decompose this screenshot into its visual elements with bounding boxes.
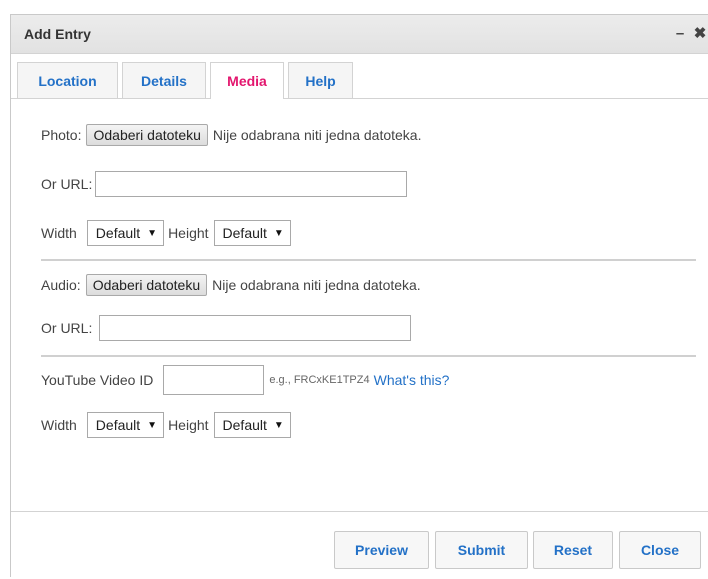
audio-url-label: Or URL:: [41, 320, 93, 336]
photo-file-status: Nije odabrana niti jedna datoteka.: [212, 127, 422, 143]
photo-width-label: Width: [41, 225, 77, 241]
whats-this-link[interactable]: What's this?: [374, 372, 450, 388]
youtube-height-select[interactable]: Default ▼: [213, 412, 291, 438]
youtube-row: YouTube Video ID e.g., FRCxKE1TPZ4 What'…: [41, 365, 449, 395]
photo-width-select[interactable]: Default ▼: [86, 220, 165, 246]
photo-height-select[interactable]: Default ▼: [213, 220, 291, 246]
tab-details[interactable]: Details: [122, 62, 206, 98]
audio-url-input[interactable]: [99, 315, 412, 341]
dropdown-arrow-icon: ▼: [273, 419, 284, 431]
tab-label: Help: [305, 72, 336, 89]
dropdown-arrow-icon: ▼: [147, 419, 158, 431]
photo-label: Photo:: [41, 127, 82, 143]
tab-label: Media: [227, 73, 267, 89]
tab-label: Details: [141, 72, 187, 89]
tab-label: Location: [38, 72, 97, 89]
tab-bar: Location Details Media Help: [11, 54, 708, 99]
audio-file-status: Nije odabrana niti jedna datoteka.: [212, 277, 421, 293]
youtube-width-label: Width: [41, 417, 77, 433]
select-value: Default: [95, 225, 141, 241]
preview-button[interactable]: Preview: [334, 531, 429, 569]
audio-row: Audio: Odaberi datoteku Nije odabrana ni…: [41, 274, 421, 296]
dropdown-arrow-icon: ▼: [147, 227, 158, 239]
youtube-hint: e.g., FRCxKE1TPZ4: [269, 374, 370, 386]
photo-url-label: Or URL:: [41, 176, 93, 192]
tab-help[interactable]: Help: [288, 62, 353, 98]
dialog-title: Add Entry: [24, 26, 91, 42]
photo-row: Photo: Odaberi datoteku Nije odabrana ni…: [41, 124, 421, 146]
photo-url-input[interactable]: [95, 171, 408, 197]
dialog-titlebar[interactable]: Add Entry – ✖: [11, 15, 708, 54]
youtube-height-label: Height: [168, 417, 209, 433]
youtube-width-select[interactable]: Default ▼: [86, 412, 165, 438]
select-value: Default: [222, 225, 267, 241]
close-icon[interactable]: ✖: [692, 26, 708, 42]
submit-button[interactable]: Submit: [435, 531, 528, 569]
audio-label: Audio:: [41, 277, 81, 293]
section-divider: [41, 259, 696, 261]
add-entry-dialog: Add Entry – ✖ Location Details Media Hel…: [10, 14, 708, 577]
reset-button[interactable]: Reset: [533, 531, 613, 569]
photo-size-row: Width Default ▼ Height Default ▼: [41, 220, 291, 246]
audio-file-button[interactable]: Odaberi datoteku: [85, 274, 208, 296]
tab-location[interactable]: Location: [17, 62, 118, 98]
youtube-size-row: Width Default ▼ Height Default ▼: [41, 412, 291, 438]
dialog-footer: Preview Submit Reset Close: [11, 511, 708, 579]
audio-url-row: Or URL:: [41, 315, 412, 341]
youtube-id-input[interactable]: [163, 365, 265, 395]
minimize-icon[interactable]: –: [672, 26, 688, 42]
dropdown-arrow-icon: ▼: [273, 227, 284, 239]
section-divider: [41, 355, 696, 357]
photo-file-button[interactable]: Odaberi datoteku: [86, 124, 208, 146]
select-value: Default: [222, 417, 267, 433]
photo-height-label: Height: [168, 225, 209, 241]
photo-url-row: Or URL:: [41, 171, 408, 197]
tab-media[interactable]: Media: [210, 62, 284, 99]
close-button[interactable]: Close: [619, 531, 701, 569]
select-value: Default: [95, 417, 141, 433]
youtube-label: YouTube Video ID: [41, 372, 154, 388]
